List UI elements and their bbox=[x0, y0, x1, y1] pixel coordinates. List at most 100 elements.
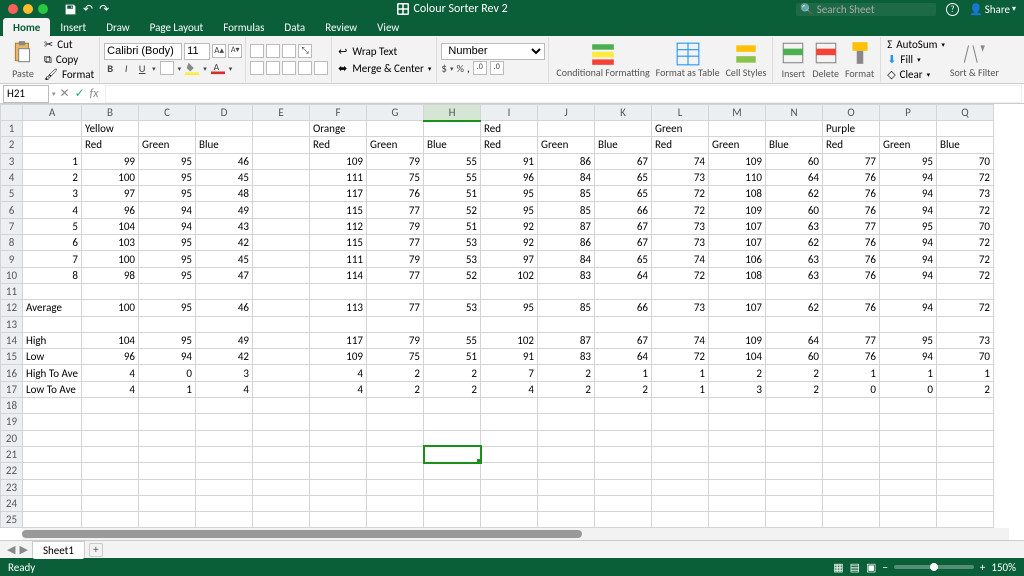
cell-D16[interactable]: 3 bbox=[196, 365, 253, 381]
cell-J5[interactable]: 85 bbox=[538, 186, 595, 202]
cell-P2[interactable]: Green bbox=[880, 137, 937, 153]
cell-D13[interactable] bbox=[196, 316, 253, 332]
font-color-button[interactable]: A bbox=[211, 61, 225, 75]
row-header-23[interactable]: 23 bbox=[1, 479, 23, 495]
cell-E25[interactable] bbox=[253, 512, 310, 528]
cell-E11[interactable] bbox=[253, 283, 310, 299]
cell-B1[interactable]: Yellow bbox=[82, 121, 139, 137]
redo-icon[interactable]: ↷ bbox=[99, 2, 109, 17]
cell-N15[interactable]: 60 bbox=[766, 349, 823, 365]
cell-A9[interactable]: 7 bbox=[23, 251, 82, 267]
cell-E19[interactable] bbox=[253, 414, 310, 430]
cell-D3[interactable]: 46 bbox=[196, 153, 253, 169]
cell-M1[interactable] bbox=[709, 121, 766, 137]
cell-J8[interactable]: 86 bbox=[538, 235, 595, 251]
cell-C23[interactable] bbox=[139, 479, 196, 495]
cell-L18[interactable] bbox=[652, 398, 709, 414]
cell-N5[interactable]: 62 bbox=[766, 186, 823, 202]
column-header-K[interactable]: K bbox=[595, 105, 652, 121]
cell-G9[interactable]: 79 bbox=[367, 251, 424, 267]
scroll-thumb[interactable] bbox=[22, 530, 582, 538]
cell-O24[interactable] bbox=[823, 495, 880, 511]
cell-F4[interactable]: 111 bbox=[310, 169, 367, 185]
cell-J13[interactable] bbox=[538, 316, 595, 332]
cell-F14[interactable]: 117 bbox=[310, 332, 367, 348]
copy-button[interactable]: ⧉Copy bbox=[42, 53, 96, 67]
save-icon[interactable] bbox=[64, 3, 77, 16]
cell-H18[interactable] bbox=[424, 398, 481, 414]
cell-I9[interactable]: 97 bbox=[481, 251, 538, 267]
increase-decimal-button[interactable]: .0 bbox=[473, 61, 487, 75]
row-header-10[interactable]: 10 bbox=[1, 267, 23, 283]
cell-K9[interactable]: 65 bbox=[595, 251, 652, 267]
column-header-B[interactable]: B bbox=[82, 105, 139, 121]
cell-L2[interactable]: Red bbox=[652, 137, 709, 153]
cell-J14[interactable]: 87 bbox=[538, 332, 595, 348]
cell-M8[interactable]: 107 bbox=[709, 235, 766, 251]
cell-A5[interactable]: 3 bbox=[23, 186, 82, 202]
cell-J2[interactable]: Green bbox=[538, 137, 595, 153]
cell-L6[interactable]: 72 bbox=[652, 202, 709, 218]
tab-insert[interactable]: Insert bbox=[50, 18, 96, 36]
cell-E2[interactable] bbox=[253, 137, 310, 153]
row-header-12[interactable]: 12 bbox=[1, 300, 23, 316]
cell-A2[interactable] bbox=[23, 137, 82, 153]
cell-B21[interactable] bbox=[82, 446, 139, 462]
cell-O3[interactable]: 77 bbox=[823, 153, 880, 169]
cell-B16[interactable]: 4 bbox=[82, 365, 139, 381]
cell-L7[interactable]: 73 bbox=[652, 218, 709, 234]
worksheet-grid[interactable]: ABCDEFGHIJKLMNOPQ1YellowOrangeRedGreenPu… bbox=[0, 104, 1024, 540]
cell-O8[interactable]: 76 bbox=[823, 235, 880, 251]
cell-N12[interactable]: 62 bbox=[766, 300, 823, 316]
cell-B20[interactable] bbox=[82, 430, 139, 446]
cell-L20[interactable] bbox=[652, 430, 709, 446]
cell-E7[interactable] bbox=[253, 218, 310, 234]
cell-L8[interactable]: 73 bbox=[652, 235, 709, 251]
cell-C7[interactable]: 94 bbox=[139, 218, 196, 234]
cell-J9[interactable]: 84 bbox=[538, 251, 595, 267]
cell-N9[interactable]: 63 bbox=[766, 251, 823, 267]
cell-K17[interactable]: 2 bbox=[595, 381, 652, 397]
cell-C4[interactable]: 95 bbox=[139, 169, 196, 185]
column-header-J[interactable]: J bbox=[538, 105, 595, 121]
cell-L16[interactable]: 1 bbox=[652, 365, 709, 381]
horizontal-scrollbar[interactable] bbox=[22, 528, 1009, 540]
column-header-E[interactable]: E bbox=[253, 105, 310, 121]
cell-I13[interactable] bbox=[481, 316, 538, 332]
cell-L5[interactable]: 72 bbox=[652, 186, 709, 202]
cell-L19[interactable] bbox=[652, 414, 709, 430]
cell-G20[interactable] bbox=[367, 430, 424, 446]
fill-color-button[interactable] bbox=[185, 61, 199, 75]
cell-E20[interactable] bbox=[253, 430, 310, 446]
cell-E17[interactable] bbox=[253, 381, 310, 397]
cell-A16[interactable]: High To Ave bbox=[23, 365, 82, 381]
cell-A10[interactable]: 8 bbox=[23, 267, 82, 283]
cell-F23[interactable] bbox=[310, 479, 367, 495]
cell-A6[interactable]: 4 bbox=[23, 202, 82, 218]
cell-F18[interactable] bbox=[310, 398, 367, 414]
tab-draw[interactable]: Draw bbox=[96, 18, 139, 36]
column-header-Q[interactable]: Q bbox=[937, 105, 994, 121]
cell-B17[interactable]: 4 bbox=[82, 381, 139, 397]
cell-I4[interactable]: 96 bbox=[481, 169, 538, 185]
cell-O15[interactable]: 76 bbox=[823, 349, 880, 365]
cell-A19[interactable] bbox=[23, 414, 82, 430]
zoom-in-button[interactable]: + bbox=[980, 561, 985, 574]
paste-button[interactable]: Paste bbox=[7, 37, 39, 82]
increase-indent-button[interactable] bbox=[314, 61, 328, 75]
format-button[interactable]: Format bbox=[842, 37, 877, 82]
cell-F25[interactable] bbox=[310, 512, 367, 528]
cell-K14[interactable]: 67 bbox=[595, 332, 652, 348]
cell-Q11[interactable] bbox=[937, 283, 994, 299]
cell-E14[interactable] bbox=[253, 332, 310, 348]
cell-A3[interactable]: 1 bbox=[23, 153, 82, 169]
cell-G3[interactable]: 79 bbox=[367, 153, 424, 169]
cancel-icon[interactable]: ✕ bbox=[60, 86, 70, 101]
cell-styles-button[interactable]: Cell Styles bbox=[723, 37, 770, 82]
cell-B8[interactable]: 103 bbox=[82, 235, 139, 251]
cell-Q4[interactable]: 72 bbox=[937, 169, 994, 185]
cell-B11[interactable] bbox=[82, 283, 139, 299]
view-layout-icon[interactable]: ▤ bbox=[850, 561, 860, 574]
cell-H11[interactable] bbox=[424, 283, 481, 299]
cell-M11[interactable] bbox=[709, 283, 766, 299]
